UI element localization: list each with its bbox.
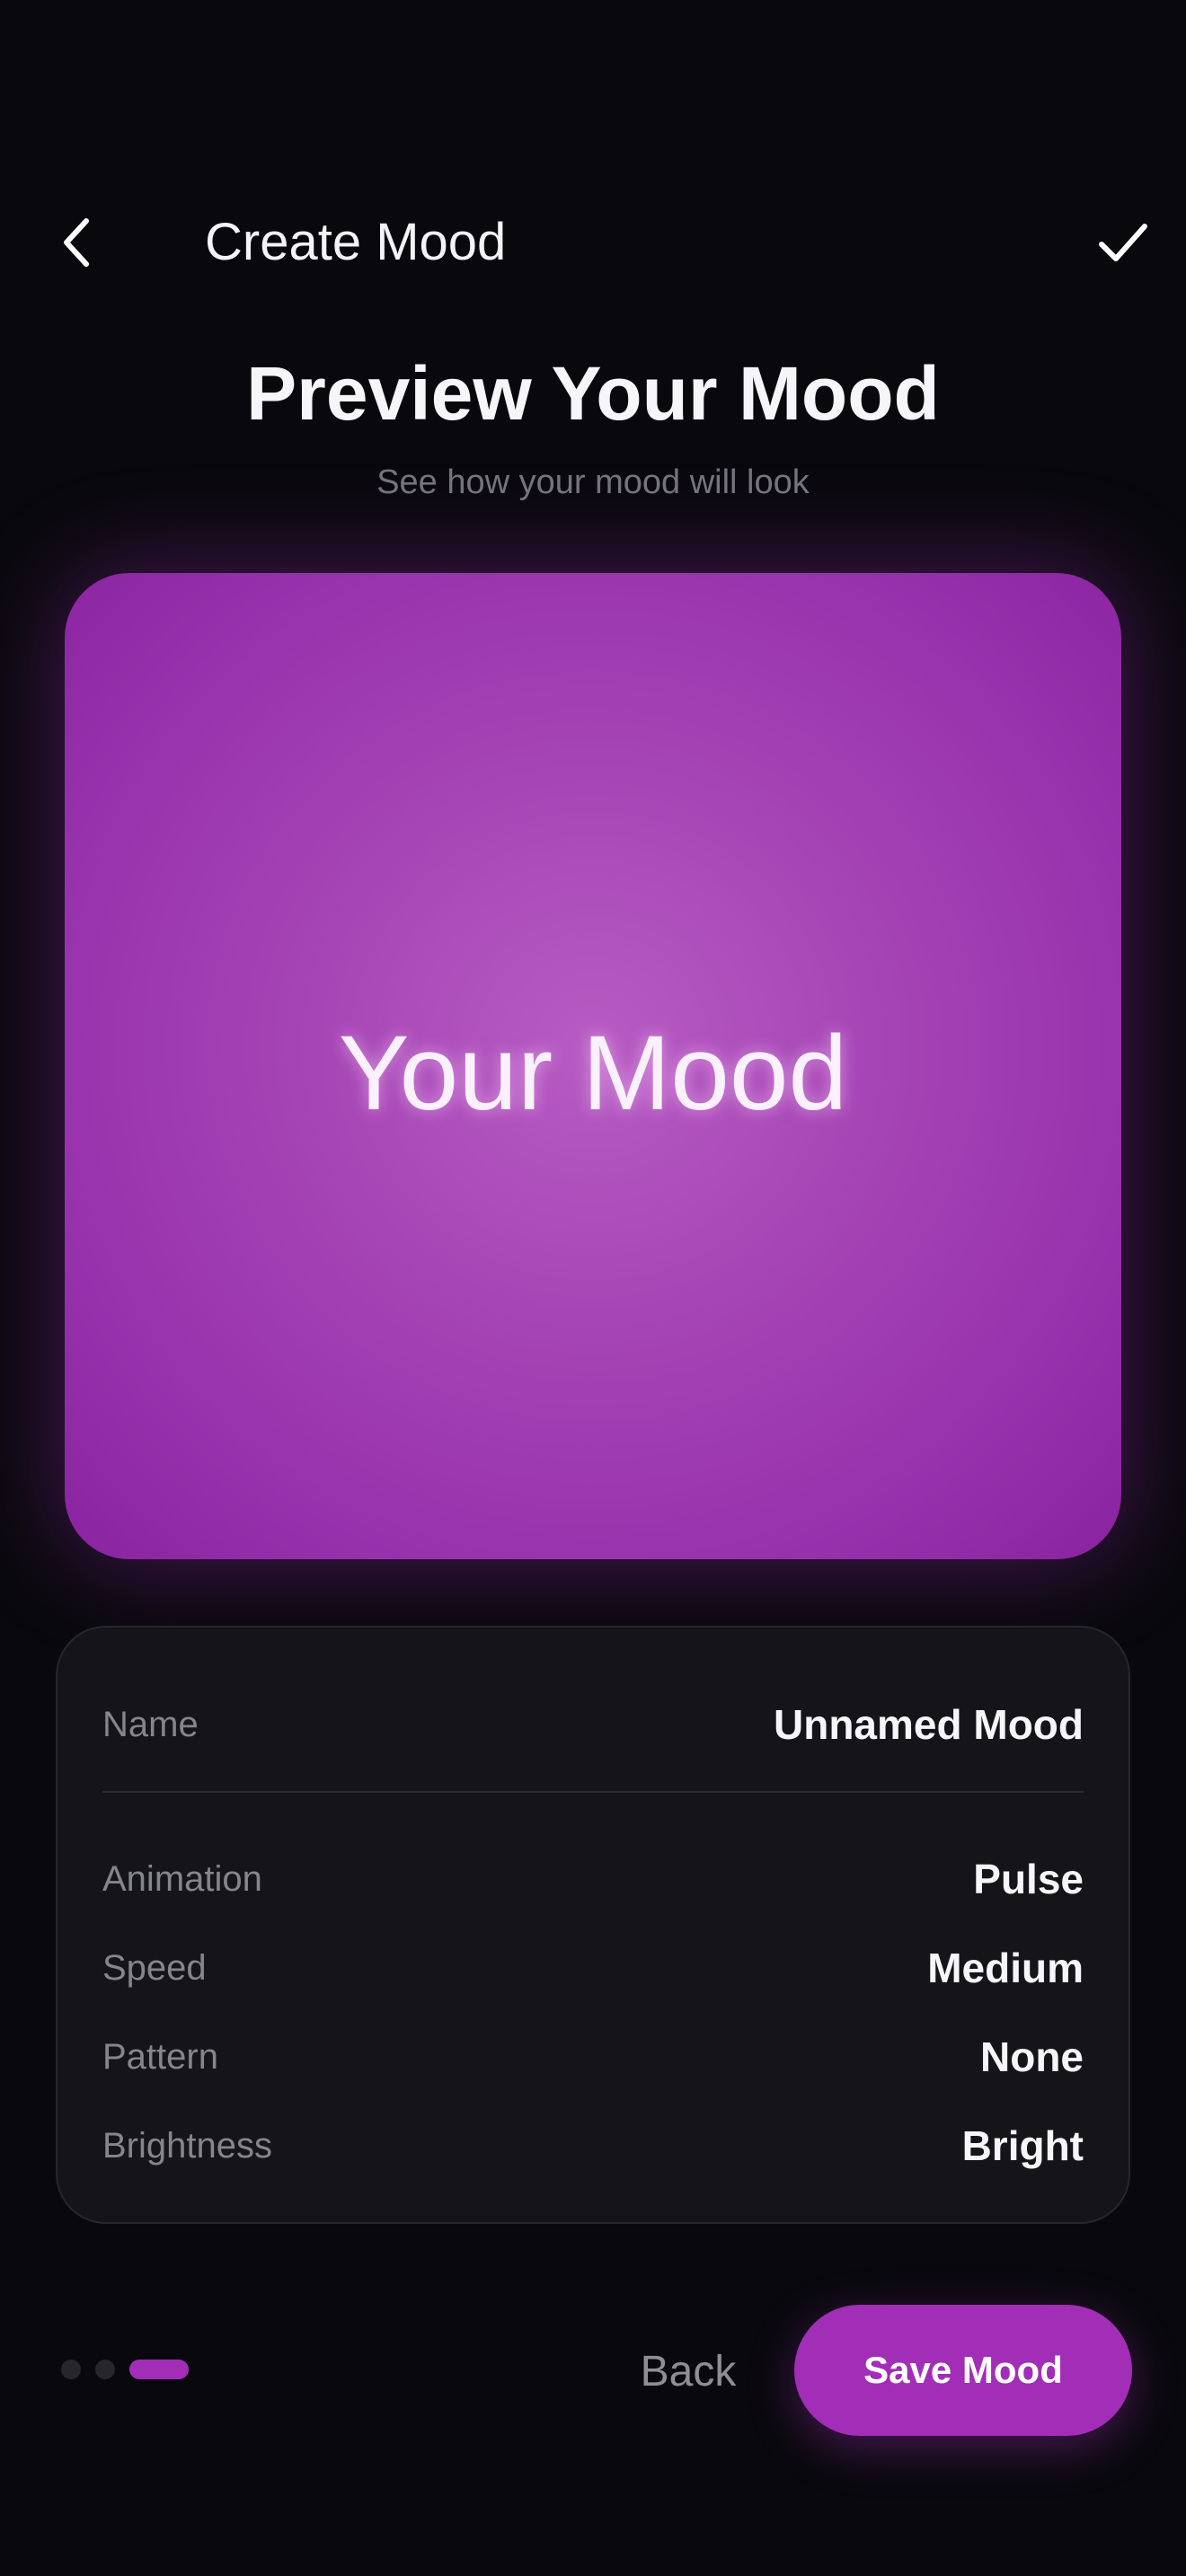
header-title: Create Mood (205, 213, 507, 271)
mood-details-card: Name Unnamed Mood Animation Pulse Speed … (56, 1626, 1130, 2224)
detail-value: Unnamed Mood (774, 1701, 1084, 1748)
step-indicator (61, 2359, 189, 2380)
detail-label: Pattern (102, 2036, 218, 2077)
chevron-left-icon (64, 218, 89, 267)
page-title: Preview Your Mood (246, 351, 940, 436)
done-button[interactable] (1089, 212, 1157, 273)
step-dot-active (129, 2360, 189, 2379)
detail-value: Medium (927, 1945, 1084, 1991)
detail-row-name: Name Unnamed Mood (102, 1696, 1084, 1753)
detail-row-speed: Speed Medium (102, 1939, 1084, 1997)
mood-preview-card: Your Mood (65, 573, 1121, 1559)
back-button[interactable] (50, 212, 104, 273)
step-dot (61, 2360, 81, 2379)
mood-preview-text: Your Mood (338, 1014, 848, 1133)
page-subtitle: See how your mood will look (376, 463, 810, 501)
back-step-button[interactable]: Back (616, 2339, 760, 2404)
detail-label: Speed (102, 1947, 207, 1988)
detail-label: Name (102, 1704, 199, 1744)
detail-label: Brightness (102, 2125, 272, 2166)
detail-value: Pulse (973, 1856, 1084, 1902)
save-mood-button[interactable]: Save Mood (794, 2305, 1132, 2436)
divider (102, 1791, 1084, 1793)
step-dot (95, 2360, 115, 2379)
detail-row-animation: Animation Pulse (102, 1850, 1084, 1908)
checkmark-icon (1099, 224, 1147, 261)
detail-value: None (980, 2033, 1084, 2080)
detail-label: Animation (102, 1858, 262, 1899)
detail-value: Bright (961, 2122, 1084, 2169)
detail-row-brightness: Brightness Bright (102, 2117, 1084, 2175)
detail-row-pattern: Pattern None (102, 2028, 1084, 2086)
